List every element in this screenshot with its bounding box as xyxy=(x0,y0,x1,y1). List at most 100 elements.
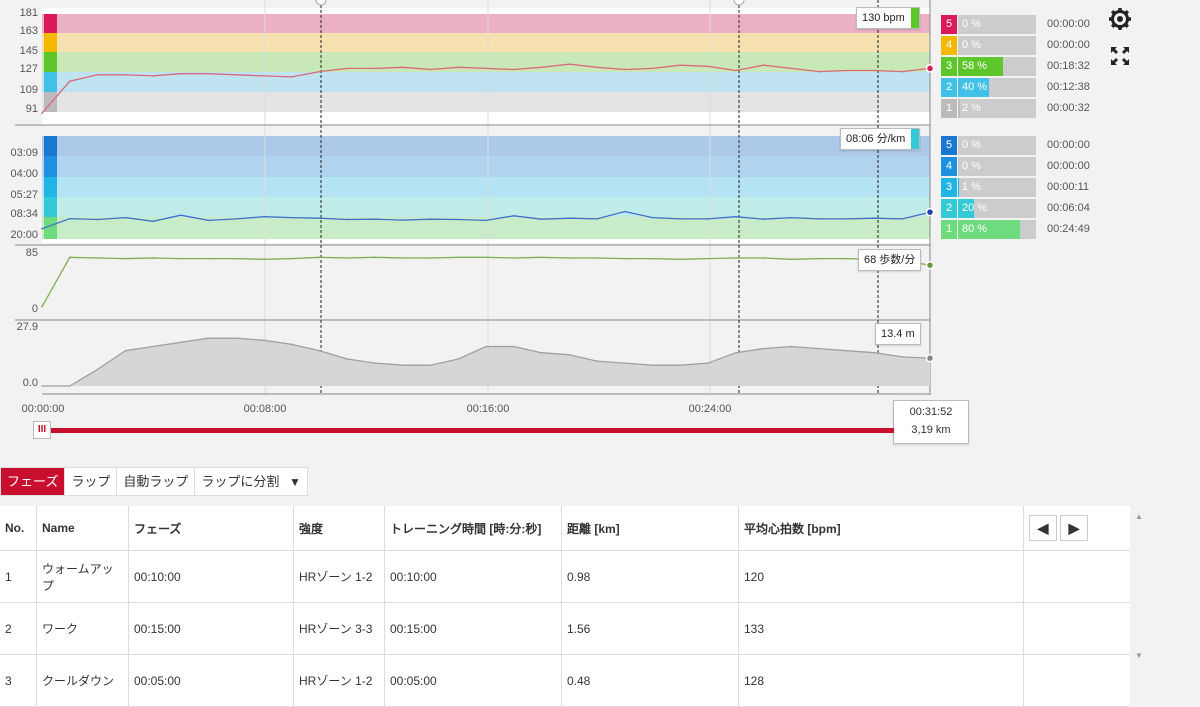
tab-split-laps[interactable]: ラップに分割 ▼ xyxy=(195,468,307,495)
table-cell: ウォームアップ xyxy=(36,550,129,603)
chart-panel xyxy=(0,0,940,400)
cadence-data-point xyxy=(429,257,432,259)
hr-data-point xyxy=(707,65,709,68)
col-intensity[interactable]: 強度 xyxy=(293,506,385,551)
table-cell: HRゾーン 1-2 xyxy=(293,654,385,707)
y-tick-label: 03:09 xyxy=(10,147,38,159)
elevation-data-point xyxy=(762,347,765,350)
zone-number: 5 xyxy=(941,136,957,155)
pace-data-point xyxy=(263,215,265,218)
cadence-data-point xyxy=(568,257,571,259)
elevation-data-point xyxy=(845,349,848,352)
elevation-data-point xyxy=(596,360,598,362)
phases-table: No. Name フェーズ 強度 トレーニング時間 [時:分:秒] 距離 [km… xyxy=(0,506,1130,707)
prev-column-button[interactable]: ◀ xyxy=(1029,515,1057,541)
hr-data-point xyxy=(68,80,71,82)
cadence-data-point xyxy=(374,256,376,259)
zone-time: 00:00:00 xyxy=(1047,18,1090,30)
col-phase[interactable]: フェーズ xyxy=(128,506,294,551)
settings-gear-icon[interactable] xyxy=(1108,7,1132,31)
zone-time: 00:24:49 xyxy=(1047,223,1090,235)
elevation-data-point xyxy=(41,385,43,387)
y-tick-label: 163 xyxy=(19,25,38,37)
pace-data-point xyxy=(762,218,765,220)
elevation-data-point xyxy=(68,385,71,387)
pace-zone-marker xyxy=(44,197,57,217)
pace-data-point xyxy=(790,216,793,219)
cadence-data-point xyxy=(401,257,404,259)
elevation-data-point xyxy=(179,341,182,344)
elevation-data-point xyxy=(152,345,154,348)
hr-data-point xyxy=(512,68,515,71)
table-scrollbar[interactable]: ▲ ▼ xyxy=(1131,506,1147,662)
zone-number: 2 xyxy=(941,78,957,97)
col-training-time[interactable]: トレーニング時間 [時:分:秒] xyxy=(384,506,562,551)
tab-auto-laps[interactable]: 自動ラップ xyxy=(117,468,196,495)
y-tick-label: 20:00 xyxy=(10,229,38,241)
hr-data-point xyxy=(41,112,43,114)
table-row[interactable]: 1 ウォームアップ 00:10:00 HRゾーン 1-2 00:10:00 0.98 120 xyxy=(0,550,1130,603)
y-tick-label: 181 xyxy=(19,7,38,19)
pace-data-point xyxy=(457,218,460,221)
col-name[interactable]: Name xyxy=(36,506,129,551)
elevation-value: 13.4 m xyxy=(881,328,915,340)
zone-time: 00:18:32 xyxy=(1047,60,1090,72)
fullscreen-icon[interactable] xyxy=(1110,46,1130,66)
pace-zone-marker xyxy=(44,177,57,197)
pace-data-point xyxy=(290,216,293,219)
cadence-data-point xyxy=(485,256,487,259)
zone-bar: 0 % xyxy=(958,157,1036,176)
col-distance[interactable]: 距離 [km] xyxy=(561,506,739,551)
next-column-button[interactable]: ▶ xyxy=(1060,515,1088,541)
pace-zone-row: 5 0 % 00:00:00 xyxy=(941,136,1101,155)
scroll-up-icon[interactable]: ▲ xyxy=(1131,512,1147,521)
tab-split-laps-label: ラップに分割 xyxy=(201,474,280,489)
pace-zone-row: 4 0 % 00:00:00 xyxy=(941,157,1101,176)
hr-data-point xyxy=(207,72,210,75)
lap-tabs: フェーズ ラップ 自動ラップ ラップに分割 ▼ xyxy=(0,467,308,496)
cadence-data-point xyxy=(96,257,99,259)
elevation-data-point xyxy=(346,358,349,360)
elevation-data-point xyxy=(235,337,238,339)
table-cell xyxy=(1023,654,1130,707)
elevation-data-point xyxy=(568,354,571,356)
hr-data-point xyxy=(651,67,654,70)
y-tick-label: 27.9 xyxy=(16,321,38,333)
hr-data-point xyxy=(124,74,127,76)
cadence-tooltip: 68 歩数/分 xyxy=(858,249,922,271)
y-tick-label: 127 xyxy=(19,63,38,75)
timeline-range-slider[interactable] xyxy=(42,428,894,433)
zone-percent: 0 % xyxy=(962,39,981,51)
zone-number: 2 xyxy=(941,199,957,218)
hr-data-point xyxy=(263,75,265,77)
hr-zone-marker xyxy=(44,52,57,72)
scroll-down-icon[interactable]: ▼ xyxy=(1131,651,1147,660)
cadence-data-point xyxy=(41,305,43,308)
pace-zone-row: 3 1 % 00:00:11 xyxy=(941,178,1101,197)
hr-data-point xyxy=(346,67,349,70)
zone-number: 1 xyxy=(941,220,957,239)
pace-data-point xyxy=(318,217,321,220)
table-cell: 0.48 xyxy=(561,654,739,707)
col-avg-hr[interactable]: 平均心拍数 [bpm] xyxy=(738,506,1024,551)
cadence-data-point xyxy=(68,256,71,259)
hr-zone-row: 1 2 % 00:00:32 xyxy=(941,99,1101,118)
zone-number: 1 xyxy=(941,99,957,118)
col-no[interactable]: No. xyxy=(0,506,37,551)
phase-marker-handle xyxy=(315,0,327,6)
tab-phases[interactable]: フェーズ xyxy=(1,468,66,495)
pace-value: 08:06 分/km xyxy=(846,133,906,145)
tab-laps[interactable]: ラップ xyxy=(65,468,118,495)
table-row[interactable]: 3 クールダウン 00:05:00 HRゾーン 1-2 00:05:00 0.48 128 xyxy=(0,654,1130,707)
slider-handle-start[interactable]: III xyxy=(33,421,51,439)
y-tick-label: 0 xyxy=(31,303,38,315)
pace-data-point xyxy=(68,217,71,220)
table-header-row: No. Name フェーズ 強度 トレーニング時間 [時:分:秒] 距離 [km… xyxy=(0,506,1130,551)
elevation-data-point xyxy=(734,351,737,354)
y-tick-label: 91 xyxy=(25,103,38,115)
pace-data-point xyxy=(374,218,376,220)
zone-bar: 40 % xyxy=(958,78,1036,97)
elevation-data-point xyxy=(512,345,515,348)
pace-zone-band xyxy=(42,177,930,197)
table-row[interactable]: 2 ワーク 00:15:00 HRゾーン 3-3 00:15:00 1.56 133 xyxy=(0,602,1130,655)
